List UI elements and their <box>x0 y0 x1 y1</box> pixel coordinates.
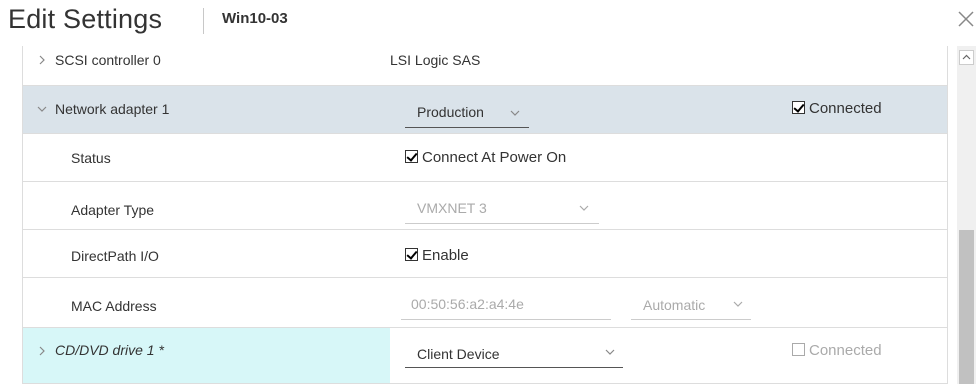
network-connected-checkbox[interactable]: Connected <box>792 100 882 117</box>
scroll-up-button[interactable] <box>959 50 974 65</box>
dialog-header: Edit Settings Win10-03 <box>0 0 980 46</box>
directpath-io-label: DirectPath I/O <box>71 248 159 264</box>
scsi-controller-row[interactable]: SCSI controller 0 LSI Logic SAS <box>23 46 947 86</box>
title-divider <box>203 8 204 34</box>
cd-dvd-device-select[interactable]: Client Device <box>405 336 623 368</box>
adapter-type-value: VMXNET 3 <box>417 200 487 216</box>
mac-address-field[interactable]: 00:50:56:a2:a4:4e <box>401 288 611 320</box>
cd-dvd-drive-label: CD/DVD drive 1 * <box>55 342 164 358</box>
vertical-scrollbar[interactable] <box>957 46 976 384</box>
directpath-enable-checkbox[interactable]: Enable <box>405 247 469 264</box>
mac-address-value: 00:50:56:a2:a4:4e <box>411 296 524 312</box>
dialog-title: Edit Settings <box>8 4 163 34</box>
chevron-down-icon[interactable] <box>37 104 47 114</box>
directpath-io-row: DirectPath I/O Enable <box>23 230 947 278</box>
mac-address-mode-select[interactable]: Automatic <box>631 288 751 320</box>
chevron-right-icon[interactable] <box>37 346 47 356</box>
status-label: Status <box>71 150 111 166</box>
checkbox-checked-icon[interactable] <box>405 248 418 261</box>
arrow-up-icon <box>962 54 971 60</box>
chevron-down-icon <box>605 349 615 355</box>
mac-address-mode-value: Automatic <box>643 297 706 313</box>
network-adapter-label: Network adapter 1 <box>55 101 170 117</box>
status-row: Status Connect At Power On <box>23 134 947 182</box>
cd-dvd-device-value: Client Device <box>417 346 500 362</box>
chevron-down-icon <box>733 301 743 307</box>
checkbox-checked-icon[interactable] <box>405 150 418 163</box>
adapter-type-label: Adapter Type <box>71 202 155 218</box>
directpath-enable-label: Enable <box>422 247 469 264</box>
cd-dvd-connected-label: Connected <box>809 342 882 359</box>
close-icon <box>958 11 974 27</box>
scrollbar-thumb[interactable] <box>959 230 974 384</box>
cd-dvd-connected-checkbox[interactable]: Connected <box>792 342 882 359</box>
connect-at-power-on-label: Connect At Power On <box>422 149 567 166</box>
chevron-down-icon <box>510 110 520 116</box>
chevron-right-icon[interactable] <box>37 55 47 65</box>
adapter-type-select[interactable]: VMXNET 3 <box>405 192 599 224</box>
scsi-controller-label: SCSI controller 0 <box>55 52 161 68</box>
virtual-hardware-grid: SCSI controller 0 LSI Logic SAS Network … <box>22 46 948 384</box>
mac-address-row: MAC Address 00:50:56:a2:a4:4e Automatic <box>23 278 947 328</box>
chevron-down-icon <box>579 205 589 211</box>
settings-content: SCSI controller 0 LSI Logic SAS Network … <box>0 46 953 384</box>
close-button[interactable] <box>955 8 977 30</box>
connected-label: Connected <box>809 100 882 117</box>
connect-at-power-on-checkbox[interactable]: Connect At Power On <box>405 149 566 166</box>
network-select[interactable]: Production <box>405 98 529 128</box>
checkbox-unchecked-icon[interactable] <box>792 343 805 356</box>
scsi-controller-value: LSI Logic SAS <box>390 52 481 68</box>
mac-address-label: MAC Address <box>71 298 157 314</box>
checkbox-checked-icon[interactable] <box>792 101 805 114</box>
adapter-type-row: Adapter Type VMXNET 3 <box>23 182 947 230</box>
cd-dvd-drive-row[interactable]: CD/DVD drive 1 * Client Device Connected <box>23 328 947 384</box>
network-select-value: Production <box>417 104 484 120</box>
network-adapter-row[interactable]: Network adapter 1 Production Connected <box>23 86 947 134</box>
vm-name: Win10-03 <box>222 10 288 27</box>
